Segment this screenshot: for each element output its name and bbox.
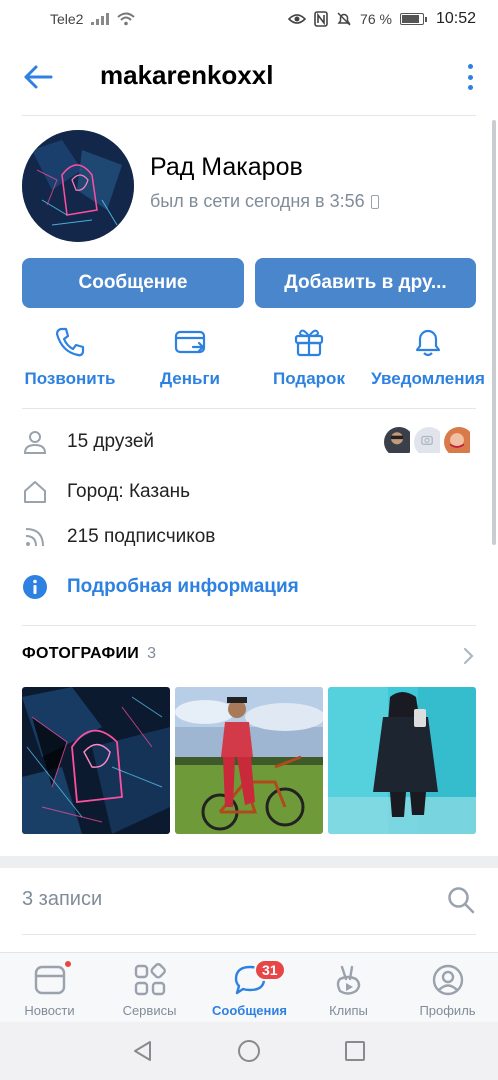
photo-thumbnail-3[interactable] bbox=[328, 687, 476, 834]
money-action[interactable]: Деньги bbox=[125, 325, 255, 397]
tab-clips-label: Клипы bbox=[329, 1003, 368, 1018]
followers-row[interactable]: 215 подписчиков bbox=[22, 517, 476, 557]
notifications-label: Уведомления bbox=[371, 369, 485, 388]
tab-news[interactable]: Новости bbox=[0, 953, 99, 1023]
page-title: makarenkoxxl bbox=[100, 60, 274, 90]
friend-avatars[interactable] bbox=[382, 425, 476, 459]
signal-icon bbox=[91, 13, 110, 25]
photos-header[interactable]: ФОТОГРАФИИ 3 bbox=[22, 645, 156, 663]
search-icon[interactable] bbox=[446, 885, 476, 915]
money-label: Деньги bbox=[159, 369, 221, 388]
gift-label: Подарок bbox=[273, 369, 345, 388]
tab-profile[interactable]: Профиль bbox=[398, 953, 497, 1023]
actions-divider bbox=[22, 408, 476, 409]
last-seen-text: был в сети сегодня в 3:56 bbox=[150, 191, 365, 211]
recents-square-icon[interactable] bbox=[343, 1039, 367, 1063]
call-action[interactable]: Позвонить bbox=[5, 325, 135, 397]
clock: 10:52 bbox=[435, 10, 476, 27]
call-label: Позвонить bbox=[24, 369, 116, 388]
add-friend-button[interactable]: Добавить в дру... bbox=[255, 258, 476, 308]
clips-icon bbox=[336, 965, 360, 995]
tab-messages[interactable]: 31 Сообщения bbox=[200, 953, 299, 1023]
money-transfer-icon bbox=[174, 330, 206, 354]
message-button[interactable]: Сообщение bbox=[22, 258, 244, 308]
mute-icon bbox=[337, 12, 351, 26]
status-bar: Tele2 76 % 10:52 bbox=[0, 0, 498, 38]
phone-icon bbox=[55, 327, 85, 357]
gift-icon bbox=[294, 329, 324, 357]
city-text: Город: Казань bbox=[67, 481, 191, 502]
notifications-action[interactable]: Уведомления bbox=[363, 325, 493, 397]
battery-percent: 76 % bbox=[360, 11, 392, 27]
bottom-tab-bar: Новости Сервисы 31 Сообщения Клипы Профи… bbox=[0, 952, 498, 1022]
news-unread-dot bbox=[63, 959, 73, 969]
last-seen-status: был в сети сегодня в 3:56 bbox=[150, 191, 379, 212]
nfc-icon bbox=[314, 11, 328, 27]
user-icon bbox=[23, 431, 47, 454]
friends-count: 15 друзей bbox=[67, 431, 155, 452]
friend-avatar bbox=[442, 425, 476, 459]
gift-action[interactable]: Подарок bbox=[244, 325, 374, 397]
tab-services-label: Сервисы bbox=[122, 1003, 177, 1018]
home-icon bbox=[24, 481, 46, 503]
profile-name: Рад Макаров bbox=[150, 153, 303, 181]
more-vertical-icon[interactable] bbox=[464, 62, 476, 92]
home-circle-icon[interactable] bbox=[237, 1039, 261, 1063]
eye-icon bbox=[288, 14, 307, 24]
tab-messages-label: Сообщения bbox=[212, 1003, 287, 1018]
battery-icon bbox=[399, 13, 427, 25]
details-link[interactable]: Подробная информация bbox=[67, 576, 299, 598]
avatar[interactable] bbox=[22, 130, 134, 242]
friend-avatar bbox=[382, 425, 416, 459]
details-row[interactable]: Подробная информация bbox=[22, 567, 476, 607]
friend-avatar-placeholder bbox=[412, 425, 446, 459]
messages-badge: 31 bbox=[254, 959, 286, 981]
chevron-right-icon[interactable] bbox=[462, 645, 476, 667]
city-row: Город: Казань bbox=[22, 472, 476, 512]
posts-divider bbox=[22, 934, 476, 935]
followers-count: 215 подписчиков bbox=[67, 526, 216, 547]
photo-thumbnail-2[interactable] bbox=[175, 687, 323, 834]
friends-row[interactable]: 15 друзей bbox=[22, 422, 476, 462]
news-icon bbox=[34, 965, 65, 995]
section-separator bbox=[0, 856, 498, 868]
rss-icon bbox=[25, 528, 44, 547]
photo-thumbnail-1[interactable] bbox=[22, 687, 170, 834]
tab-services[interactable]: Сервисы bbox=[100, 953, 199, 1023]
tab-profile-label: Профиль bbox=[419, 1003, 476, 1018]
photos-title: ФОТОГРАФИИ bbox=[22, 645, 140, 662]
info-icon bbox=[23, 575, 47, 599]
photos-count: 3 bbox=[147, 645, 157, 662]
services-icon bbox=[134, 963, 166, 996]
arrow-left-icon[interactable] bbox=[22, 62, 54, 92]
profile-header: makarenkoxxl bbox=[0, 46, 498, 108]
wifi-icon bbox=[117, 12, 136, 26]
back-triangle-icon[interactable] bbox=[131, 1039, 155, 1063]
system-navigation-bar bbox=[0, 1022, 498, 1080]
header-divider bbox=[22, 115, 476, 116]
quick-actions: Позвонить Деньги Подарок Уведомления bbox=[0, 325, 498, 397]
carrier-label: Tele2 bbox=[50, 11, 84, 27]
posts-count: 3 записи bbox=[22, 888, 103, 910]
bell-icon bbox=[415, 329, 441, 357]
info-divider bbox=[22, 625, 476, 626]
profile-icon bbox=[432, 964, 463, 996]
tab-news-label: Новости bbox=[24, 1003, 75, 1018]
tab-clips[interactable]: Клипы bbox=[299, 953, 398, 1023]
phone-icon bbox=[370, 194, 379, 209]
